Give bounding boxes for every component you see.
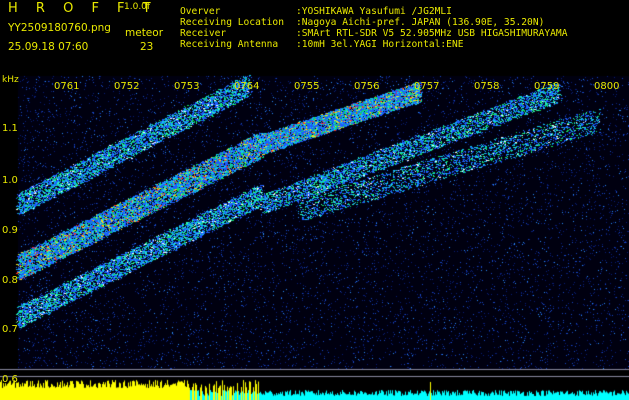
spectrogram-window: H R O F F T 1.0.0f YY2509180760.png 25.0…	[0, 0, 629, 400]
app-version: 1.0.0f	[124, 2, 151, 12]
info-row-antenna: Receiving Antenna :10mH 3el.YAGI Horizont…	[180, 39, 567, 50]
info-row-location: Receiving Location :Nagoya Aichi-pref. JA…	[180, 17, 567, 28]
x-tick-label: 0759	[534, 81, 560, 92]
info-row-receiver: Receiver :SMArt RTL-SDR V5 52.905MHz USB …	[180, 28, 567, 39]
info-row-observer: Overver :YOSHIKAWA Yasufumi /JG2MLI	[180, 6, 567, 17]
y-tick-label: 0.9	[2, 225, 18, 236]
info-value: :10mH 3el.YAGI Horizontal:ENE	[296, 39, 464, 50]
x-tick-label: 0764	[234, 81, 260, 92]
x-tick-label: 0757	[414, 81, 440, 92]
file-datetime: 25.09.18 07:60	[8, 41, 89, 53]
y-axis-unit: kHz	[2, 75, 19, 85]
spectrogram-canvas	[0, 0, 629, 400]
info-value: :Nagoya Aichi-pref. JAPAN (136.90E, 35.2…	[296, 17, 545, 28]
info-key: Receiver	[180, 28, 227, 39]
info-key: Overver	[180, 6, 221, 17]
x-tick-label: 0800	[594, 81, 620, 92]
x-tick-label: 0753	[174, 81, 200, 92]
y-tick-label: 1.1	[2, 123, 18, 134]
y-tick-label: 0.8	[2, 275, 18, 286]
y-tick-label: 1.0	[2, 175, 18, 186]
info-key: Receiving Antenna	[180, 39, 279, 50]
info-value: :YOSHIKAWA Yasufumi /JG2MLI	[296, 6, 452, 17]
meteor-count: 23	[140, 41, 154, 53]
info-key: Receiving Location	[180, 17, 284, 28]
station-info: Overver :YOSHIKAWA Yasufumi /JG2MLI Recei…	[180, 6, 567, 50]
info-value: :SMArt RTL-SDR V5 52.905MHz USB HIGASHIM…	[296, 28, 568, 39]
x-tick-label: 0755	[294, 81, 320, 92]
x-tick-label: 0758	[474, 81, 500, 92]
file-name: YY2509180760.png	[8, 22, 111, 34]
x-tick-label: 0752	[114, 81, 140, 92]
x-tick-label: 0761	[54, 81, 80, 92]
x-tick-label: 0756	[354, 81, 380, 92]
meteor-label: meteor	[125, 27, 164, 39]
y-tick-label: 0.6	[2, 374, 18, 385]
y-tick-label: 0.7	[2, 324, 18, 335]
